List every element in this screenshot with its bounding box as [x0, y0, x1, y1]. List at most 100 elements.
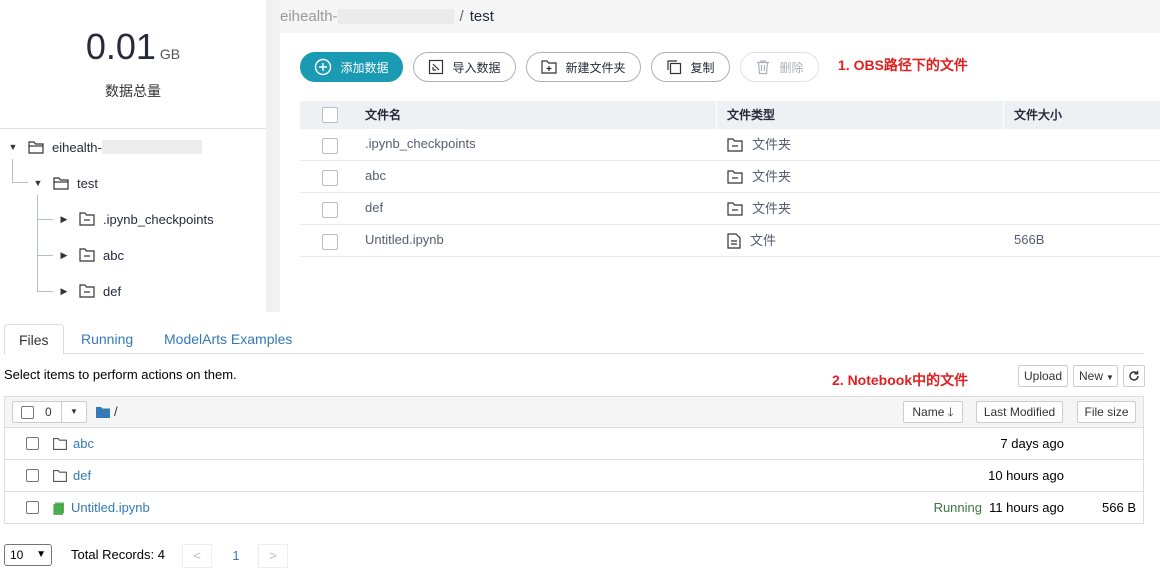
header-type[interactable]: 文件类型	[727, 101, 775, 129]
table-row[interactable]: Untitled.ipynb 文件 566B	[300, 225, 1160, 257]
file-type-label: 文件夹	[752, 201, 792, 216]
storage-amount: 0.01 GB	[0, 26, 266, 68]
new-folder-icon	[541, 60, 558, 74]
tree-line	[37, 255, 53, 256]
file-name-link[interactable]: .ipynb_checkpoints	[365, 129, 476, 161]
tab-running[interactable]: Running	[67, 324, 147, 354]
tree-line	[12, 182, 28, 183]
caret-right-icon[interactable]: ▶	[59, 250, 69, 260]
select-dropdown-button[interactable]: ▼	[61, 401, 87, 423]
file-type-cell: 文件夹	[727, 129, 791, 161]
select-all-button[interactable]: 0	[12, 401, 62, 423]
row-checkbox[interactable]	[322, 234, 338, 250]
list-item[interactable]: abc 7 days ago	[5, 428, 1143, 460]
import-data-button[interactable]: 导入数据	[413, 52, 516, 82]
caret-down-icon[interactable]: ▼	[33, 178, 43, 188]
page-size-select[interactable]: 10 ▼	[4, 544, 52, 566]
storage-summary: 0.01 GB 数据总量	[0, 0, 266, 128]
tab-modelarts-examples[interactable]: ModelArts Examples	[150, 324, 306, 354]
caret-right-icon[interactable]: ▶	[59, 286, 69, 296]
header-size[interactable]: 文件大小	[1014, 101, 1062, 129]
tree-node-def[interactable]: ▶ def	[59, 280, 122, 302]
item-name[interactable]: Untitled.ipynb	[53, 492, 150, 524]
table-row[interactable]: def 文件夹	[300, 193, 1160, 225]
item-name-label[interactable]: def	[73, 460, 91, 492]
folder-open-icon	[28, 141, 44, 154]
file-name-link[interactable]: Untitled.ipynb	[365, 225, 444, 257]
tree-node-root[interactable]: ▼ eihealth-	[8, 136, 202, 158]
folder-icon[interactable]	[96, 406, 110, 418]
caret-down-icon[interactable]: ▼	[8, 142, 18, 152]
page-size-value: 10	[10, 548, 24, 562]
arrow-down-icon: 🡓	[947, 405, 954, 419]
row-checkbox[interactable]	[322, 170, 338, 186]
tree-test-label: test	[77, 175, 98, 191]
folder-icon	[53, 470, 67, 482]
prev-page-button[interactable]: <	[182, 544, 212, 568]
tree-item-label: .ipynb_checkpoints	[103, 211, 214, 227]
tree-item-label: abc	[103, 247, 124, 263]
row-checkbox[interactable]	[322, 138, 338, 154]
redacted-name	[337, 9, 454, 24]
copy-button[interactable]: 复制	[651, 52, 730, 82]
tree-node-test[interactable]: ▼ test	[33, 172, 98, 194]
file-type-cell: 文件夹	[727, 193, 791, 225]
caret-down-icon: ▼	[70, 407, 78, 416]
tree-line	[37, 195, 38, 291]
select-all-checkbox[interactable]	[21, 406, 34, 419]
total-records: Total Records: 4	[71, 547, 165, 562]
selection-help-text: Select items to perform actions on them.	[4, 367, 237, 382]
tab-files[interactable]: Files	[4, 324, 64, 355]
breadcrumb: eihealth- / test	[280, 0, 1160, 33]
chevron-down-icon: ▼	[36, 549, 46, 560]
redacted-name	[101, 140, 202, 154]
list-item[interactable]: def 10 hours ago	[5, 460, 1143, 492]
header-name[interactable]: 文件名	[365, 101, 401, 129]
add-data-button[interactable]: 添加数据	[300, 52, 403, 82]
table-row[interactable]: .ipynb_checkpoints 文件夹	[300, 129, 1160, 161]
folder-open-icon	[53, 177, 69, 190]
file-name-link[interactable]: abc	[365, 161, 386, 193]
page-number[interactable]: 1	[226, 544, 246, 568]
folder-icon	[727, 202, 743, 216]
sort-name-button[interactable]: Name 🡓	[903, 401, 963, 423]
sort-last-modified-button[interactable]: Last Modified	[976, 401, 1063, 423]
refresh-button[interactable]	[1123, 365, 1145, 387]
obs-table-header: 文件名 文件类型 文件大小	[300, 101, 1160, 129]
annotation-notebook: 2. Notebook中的文件	[832, 372, 969, 388]
table-row[interactable]: abc 文件夹	[300, 161, 1160, 193]
file-type-label: 文件	[750, 233, 777, 248]
delete-button[interactable]: 删除	[740, 52, 819, 82]
folder-icon	[79, 248, 95, 262]
notebook-file-list: 0 ▼ / Name 🡓 Last Modified File size abc …	[4, 396, 1144, 524]
breadcrumb-separator: /	[459, 8, 464, 25]
item-modified: 11 hours ago	[989, 500, 1064, 515]
tree-node-ipynb-checkpoints[interactable]: ▶ .ipynb_checkpoints	[59, 208, 214, 230]
next-page-button[interactable]: >	[258, 544, 288, 568]
import-data-label: 导入数据	[452, 60, 501, 75]
row-checkbox[interactable]	[26, 437, 39, 450]
list-item[interactable]: Untitled.ipynb Running 11 hours ago 566 …	[5, 492, 1143, 524]
item-name-label[interactable]: Untitled.ipynb	[71, 492, 150, 524]
item-name[interactable]: def	[53, 460, 91, 492]
storage-amount-unit: GB	[159, 46, 181, 62]
file-name-link[interactable]: def	[365, 193, 383, 225]
breadcrumb-root[interactable]: eihealth-	[280, 8, 338, 25]
notebook-list-header: 0 ▼ / Name 🡓 Last Modified File size	[5, 397, 1143, 428]
tree-line	[37, 291, 53, 292]
tree-line	[37, 219, 53, 220]
new-dropdown-button[interactable]: New ▼	[1073, 365, 1118, 387]
new-folder-button[interactable]: 新建文件夹	[526, 52, 641, 82]
upload-button[interactable]: Upload	[1018, 365, 1068, 387]
row-checkbox[interactable]	[26, 469, 39, 482]
row-checkbox[interactable]	[26, 501, 39, 514]
item-name[interactable]: abc	[53, 428, 94, 460]
row-checkbox[interactable]	[322, 202, 338, 218]
item-name-label[interactable]: abc	[73, 428, 94, 460]
caret-right-icon[interactable]: ▶	[59, 214, 69, 224]
select-all-checkbox[interactable]	[322, 107, 338, 123]
tree-node-abc[interactable]: ▶ abc	[59, 244, 124, 266]
folder-icon	[79, 212, 95, 226]
path-separator[interactable]: /	[114, 404, 118, 419]
sort-file-size-button[interactable]: File size	[1077, 401, 1136, 423]
